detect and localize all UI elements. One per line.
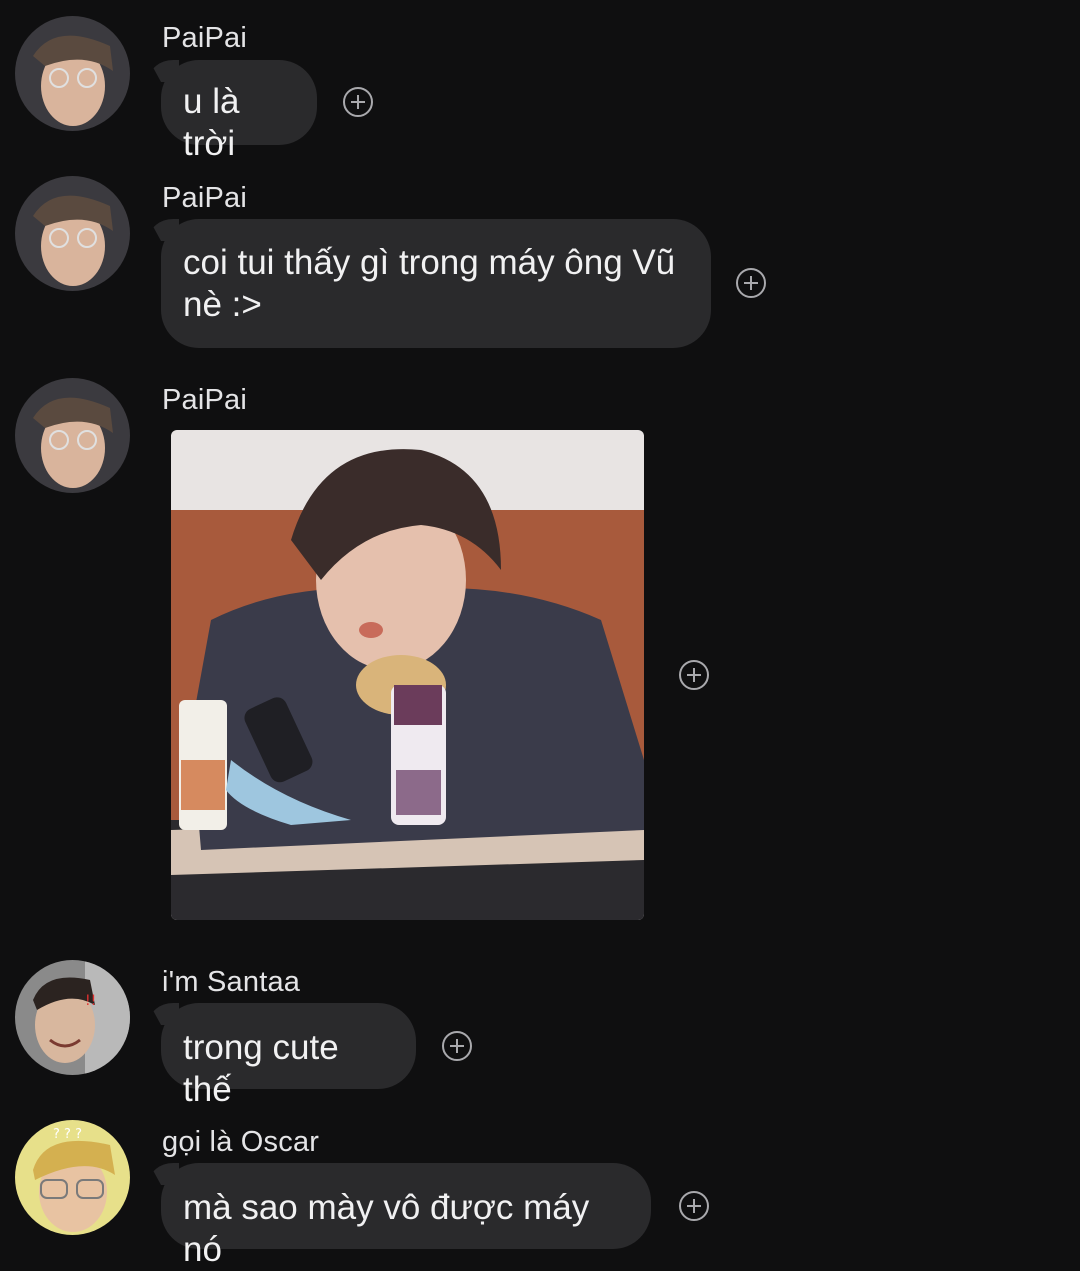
sender-name: PaiPai	[162, 384, 248, 416]
sender-name: gọi là Oscar	[162, 1126, 320, 1158]
add-reaction-icon[interactable]	[736, 268, 766, 298]
add-reaction-icon[interactable]	[442, 1031, 472, 1061]
add-reaction-icon[interactable]	[679, 1191, 709, 1221]
message-text-line-1: coi tui thấy gì trong máy ông Vũ	[183, 243, 676, 282]
avatar-oscar[interactable]: ? ? ?	[15, 1120, 130, 1235]
sender-name: PaiPai	[162, 22, 248, 54]
avatar-paipai[interactable]	[15, 176, 130, 291]
add-reaction-icon[interactable]	[343, 87, 373, 117]
message-bubble[interactable]: mà sao mày vô được máy nó	[161, 1163, 651, 1269]
message-text: u là trời	[183, 82, 240, 163]
avatar-paipai[interactable]	[15, 378, 130, 493]
svg-text:!!: !!	[85, 993, 96, 1009]
message-bubble[interactable]: coi tui thấy gì trong máy ông Vũ nè :>	[161, 219, 711, 348]
avatar-santaa[interactable]: !!	[15, 960, 130, 1075]
sender-name: PaiPai	[162, 182, 248, 214]
message-bubble[interactable]: u là trời	[161, 60, 317, 163]
message-text-line-2: nè :>	[183, 285, 262, 324]
sender-name: i'm Santaa	[162, 966, 301, 998]
message-text: trong cute thế	[183, 1028, 339, 1109]
shared-photo[interactable]	[171, 430, 644, 920]
message-bubble[interactable]: trong cute thế	[161, 1003, 416, 1109]
avatar-paipai[interactable]	[15, 16, 130, 131]
add-reaction-icon[interactable]	[679, 660, 709, 690]
svg-text:? ? ?: ? ? ?	[53, 1127, 82, 1142]
message-text: mà sao mày vô được máy nó	[183, 1188, 590, 1269]
